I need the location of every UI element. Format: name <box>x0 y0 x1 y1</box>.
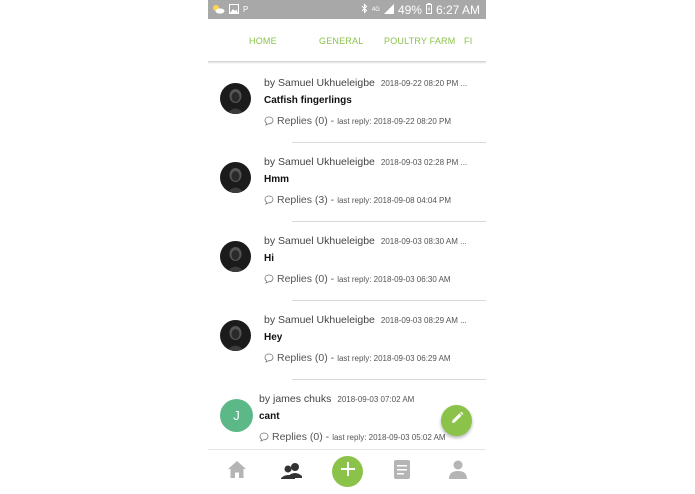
author-name: by Samuel Ukhueleigbe <box>264 235 375 247</box>
chat-bubbles-icon <box>280 460 304 485</box>
post-title: cant <box>259 411 280 422</box>
category-tabs: HOME GENERAL POULTRY FARM FI <box>208 19 486 61</box>
author-name: by james chuks <box>259 393 332 405</box>
tab-fi[interactable]: FI <box>464 36 472 46</box>
avatar <box>220 162 251 193</box>
bottom-navigation <box>208 449 486 494</box>
post-replies: Replies (0) - last reply: 2018-09-03 06:… <box>264 352 451 364</box>
battery-charging-icon <box>425 2 432 17</box>
profile-icon <box>449 460 467 484</box>
replies-count: Replies (0) - <box>277 115 335 127</box>
last-reply: last reply: 2018-09-08 04:04 PM <box>337 195 452 205</box>
post-date: 2018-09-03 07:02 AM <box>337 395 415 404</box>
post-author: by james chuks 2018-09-03 07:02 AM <box>259 393 414 405</box>
post-author: by Samuel Ukhueleigbe 2018-09-03 02:28 PM… <box>264 156 467 168</box>
bluetooth-icon <box>361 2 368 17</box>
post-date: 2018-09-22 08:20 PM ... <box>380 79 468 88</box>
list-item[interactable]: by Samuel Ukhueleigbe 2018-09-03 08:30 AM… <box>208 222 486 301</box>
replies-count: Replies (3) - <box>277 194 335 206</box>
post-title: Hey <box>264 332 283 343</box>
tab-poultry-farm[interactable]: POULTRY FARM <box>384 36 455 46</box>
nav-home[interactable] <box>226 461 248 483</box>
comment-icon <box>264 116 274 126</box>
image-icon <box>229 3 239 17</box>
post-replies: Replies (0) - last reply: 2018-09-03 05:… <box>259 431 446 443</box>
post-title: Catfish fingerlings <box>264 95 352 106</box>
add-icon <box>340 462 355 481</box>
list-item[interactable]: by Samuel Ukhueleigbe 2018-09-03 02:28 PM… <box>208 143 486 222</box>
pencil-icon <box>450 411 464 430</box>
network-type: 4G <box>371 6 380 13</box>
weather-icon <box>212 3 225 17</box>
signal-icon <box>383 3 394 17</box>
post-replies: Replies (3) - last reply: 2018-09-08 04:… <box>264 194 451 206</box>
last-reply: last reply: 2018-09-03 05:02 AM <box>332 432 446 442</box>
last-reply: last reply: 2018-09-03 06:29 AM <box>337 353 451 363</box>
battery-percent: 49% <box>397 2 422 17</box>
post-replies: Replies (0) - last reply: 2018-09-03 06:… <box>264 273 451 285</box>
post-author: by Samuel Ukhueleigbe 2018-09-03 08:30 AM… <box>264 235 467 247</box>
compose-button[interactable] <box>441 405 472 436</box>
home-icon <box>227 460 247 484</box>
author-name: by Samuel Ukhueleigbe <box>264 156 375 168</box>
post-author: by Samuel Ukhueleigbe 2018-09-22 08:20 PM… <box>264 77 467 89</box>
post-date: 2018-09-03 02:28 PM ... <box>380 158 468 167</box>
replies-count: Replies (0) - <box>277 352 335 364</box>
nav-forum[interactable] <box>280 461 304 483</box>
nav-profile[interactable] <box>448 460 468 484</box>
comment-icon <box>264 274 274 284</box>
letter-avatar: J <box>220 399 253 432</box>
post-author: by Samuel Ukhueleigbe 2018-09-03 08:29 AM… <box>264 314 467 326</box>
app-screen: P 4G 49% 6:27 AM HOME GENERAL POULTRY FA… <box>208 0 486 494</box>
post-title: Hi <box>264 253 274 264</box>
last-reply: last reply: 2018-09-22 08:20 PM <box>337 116 452 126</box>
post-title: Hmm <box>264 174 290 185</box>
list-item[interactable]: by Samuel Ukhueleigbe 2018-09-03 08:29 AM… <box>208 301 486 380</box>
comment-icon <box>264 353 274 363</box>
tab-home[interactable]: HOME <box>249 36 277 46</box>
post-date: 2018-09-03 08:29 AM ... <box>380 316 467 325</box>
last-reply: last reply: 2018-09-03 06:30 AM <box>337 274 451 284</box>
comment-icon <box>259 432 269 442</box>
tab-general[interactable]: GENERAL <box>319 36 363 46</box>
nav-documents[interactable] <box>393 460 411 484</box>
carrier-indicator: P <box>243 5 249 14</box>
author-name: by Samuel Ukhueleigbe <box>264 77 375 89</box>
list-item[interactable]: by Samuel Ukhueleigbe 2018-09-22 08:20 PM… <box>208 64 486 143</box>
document-icon <box>394 460 410 484</box>
post-date: 2018-09-03 08:30 AM ... <box>380 237 467 246</box>
replies-count: Replies (0) - <box>272 431 330 443</box>
post-replies: Replies (0) - last reply: 2018-09-22 08:… <box>264 115 451 127</box>
clock: 6:27 AM <box>435 2 480 17</box>
replies-count: Replies (0) - <box>277 273 335 285</box>
avatar <box>220 83 251 114</box>
status-bar: P 4G 49% 6:27 AM <box>208 0 486 19</box>
comment-icon <box>264 195 274 205</box>
avatar <box>220 241 251 272</box>
author-name: by Samuel Ukhueleigbe <box>264 314 375 326</box>
add-post-button[interactable] <box>332 456 363 487</box>
avatar <box>220 320 251 351</box>
